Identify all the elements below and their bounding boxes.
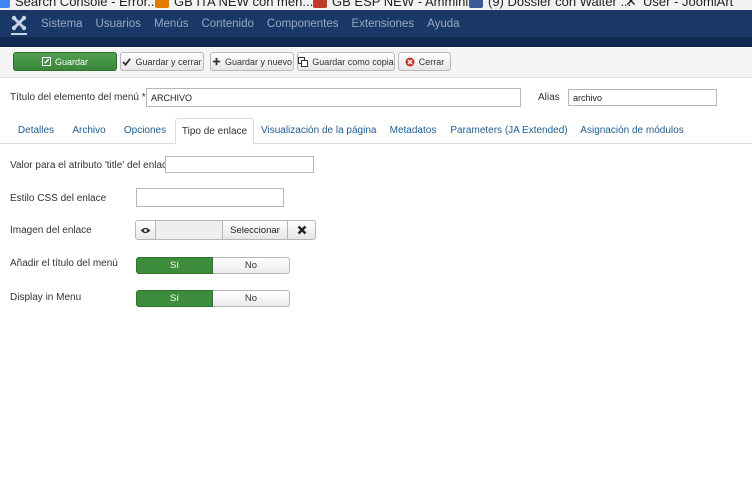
search-console-icon	[0, 0, 10, 8]
tab-asignacion-modulos[interactable]: Asignación de módulos	[580, 118, 684, 144]
bookmark-joomlart[interactable]: ✕ User - JoomlArt	[624, 0, 733, 10]
title-attr-input[interactable]	[165, 156, 314, 173]
joomlart-icon: ✕	[625, 0, 637, 9]
save-new-button[interactable]: Guardar y nuevo	[210, 52, 294, 71]
eye-icon	[140, 227, 151, 233]
bookmark-search-console[interactable]: Search Console - Error...	[0, 0, 158, 10]
title-attr-label: Valor para el atributo 'title' del enlac…	[10, 160, 173, 171]
bookmarks-bar: Search Console - Error... GB ITA NEW con…	[0, 0, 752, 10]
css-style-label: Estilo CSS del enlace	[10, 193, 107, 204]
add-menu-title-toggle: Sí No	[136, 257, 290, 274]
copy-icon	[298, 56, 309, 67]
toolbar: Guardar Guardar y cerrar Guardar y nuevo…	[0, 47, 752, 78]
css-style-input[interactable]	[136, 188, 284, 207]
save-button[interactable]: Guardar	[13, 52, 117, 71]
image-path-display	[156, 220, 222, 240]
logo-underline	[11, 33, 27, 35]
save-close-button[interactable]: Guardar y cerrar	[120, 52, 204, 71]
tab-bar: Detalles Archivo Opciones Tipo de enlace…	[0, 118, 752, 145]
bookmark-gb-ita[interactable]: GB ITA NEW con men...	[155, 0, 313, 10]
tab-visualizacion[interactable]: Visualización de la página	[261, 118, 376, 144]
cancel-circle-icon	[405, 57, 415, 66]
plus-icon	[212, 57, 221, 66]
alias-input[interactable]	[568, 89, 717, 106]
tab-opciones[interactable]: Opciones	[120, 118, 170, 144]
clear-image-button[interactable]	[288, 220, 316, 240]
bookmark-facebook-dossier[interactable]: (9) Dossier con Walter ...	[469, 0, 631, 10]
preview-button[interactable]	[135, 220, 156, 240]
menu-contenido[interactable]: Contenido	[201, 18, 253, 30]
check-icon	[122, 58, 132, 66]
menu-componentes[interactable]: Componentes	[267, 18, 339, 30]
tab-tipo-de-enlace[interactable]: Tipo de enlace	[175, 118, 254, 145]
header-subbar	[0, 37, 752, 47]
close-button[interactable]: Cerrar	[398, 52, 451, 71]
tab-metadatos[interactable]: Metadatos	[386, 118, 440, 144]
tab-detalles[interactable]: Detalles	[12, 118, 60, 144]
display-in-menu-label: Display in Menu	[10, 292, 82, 303]
menu-extensiones[interactable]: Extensiones	[352, 18, 415, 30]
add-menu-title-yes[interactable]: Sí	[136, 257, 213, 274]
link-image-label: Imagen del enlace	[10, 225, 92, 236]
title-label: Título del elemento del menú *	[10, 92, 146, 103]
title-input[interactable]	[146, 88, 521, 107]
bookmark-gb-esp[interactable]: GB ESP NEW - Ammini...	[313, 0, 479, 10]
select-image-button[interactable]: Seleccionar	[222, 220, 288, 240]
menu-ayuda[interactable]: Ayuda	[427, 18, 459, 30]
add-menu-title-label: Añadir el título del menú	[10, 258, 118, 269]
edit-icon	[41, 57, 51, 66]
display-in-menu-toggle: Sí No	[136, 290, 290, 307]
facebook-icon	[469, 0, 483, 8]
joomla-logo-icon[interactable]	[11, 15, 27, 31]
menu-usuarios[interactable]: Usuarios	[96, 18, 141, 30]
joomla-bookmark-icon	[313, 0, 327, 8]
close-icon	[297, 225, 306, 235]
admin-navbar: Sistema Usuarios Menús Contenido Compone…	[0, 10, 752, 37]
alias-label: Alias	[538, 92, 560, 103]
menu-menus[interactable]: Menús	[154, 18, 189, 30]
save-copy-button[interactable]: Guardar como copia	[297, 52, 395, 71]
menu-sistema[interactable]: Sistema	[41, 18, 83, 30]
image-media-field: Seleccionar	[135, 220, 316, 240]
bookmark-icon	[155, 0, 169, 8]
add-menu-title-no[interactable]: No	[213, 257, 290, 274]
tab-archivo[interactable]: Archivo	[66, 118, 112, 144]
display-in-menu-yes[interactable]: Sí	[136, 290, 213, 307]
display-in-menu-no[interactable]: No	[213, 290, 290, 307]
tab-parameters-ja[interactable]: Parameters (JA Extended)	[450, 118, 568, 144]
main-menu: Sistema Usuarios Menús Contenido Compone…	[41, 10, 473, 37]
